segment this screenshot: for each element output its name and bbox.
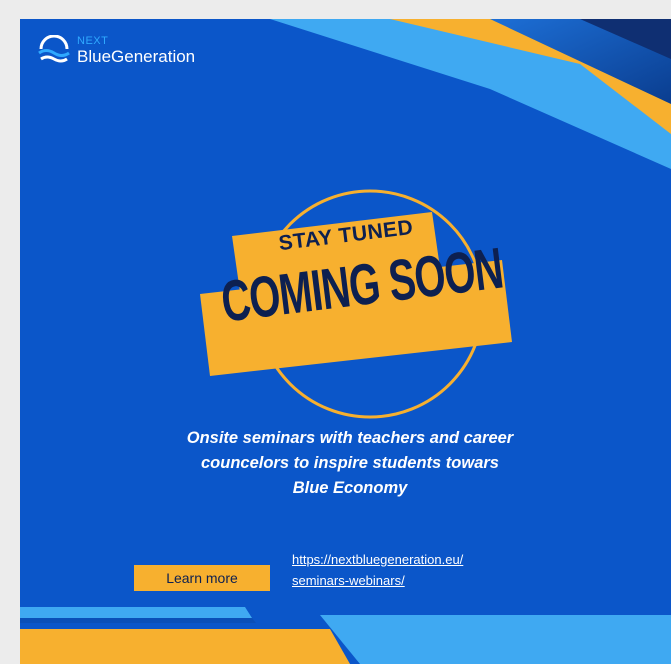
description-line: Blue Economy [292,479,408,497]
nextbluegeneration-logo: NEXT BlueGeneration [37,35,195,65]
link-line: https://nextbluegeneration.eu/ [292,552,464,567]
description-line: councelors to inspire students towars [201,454,499,472]
seminar-description: Onsite seminars with teachers and career… [90,426,610,501]
learn-more-button[interactable]: Learn more [134,565,270,591]
seminars-webinars-link[interactable]: https://nextbluegeneration.eu/ seminars-… [292,549,463,591]
bottom-lightblue-stripe-left [20,607,252,618]
promo-banner: NEXT BlueGeneration STAY TUNED COMING SO… [20,19,671,664]
page-frame: NEXT BlueGeneration STAY TUNED COMING SO… [0,0,671,664]
logo-next-text: NEXT [77,34,109,47]
description-line: Onsite seminars with teachers and career [186,429,514,447]
bottom-divider-line [20,618,256,623]
logo-wordmark: NEXT BlueGeneration [77,34,196,66]
wave-logo-icon [38,35,70,63]
logo-brand-text: BlueGeneration [77,46,196,66]
bottom-lightblue-stripe-right [320,615,671,664]
bottom-yellow-stripe [20,629,350,664]
link-line: seminars-webinars/ [292,573,405,588]
